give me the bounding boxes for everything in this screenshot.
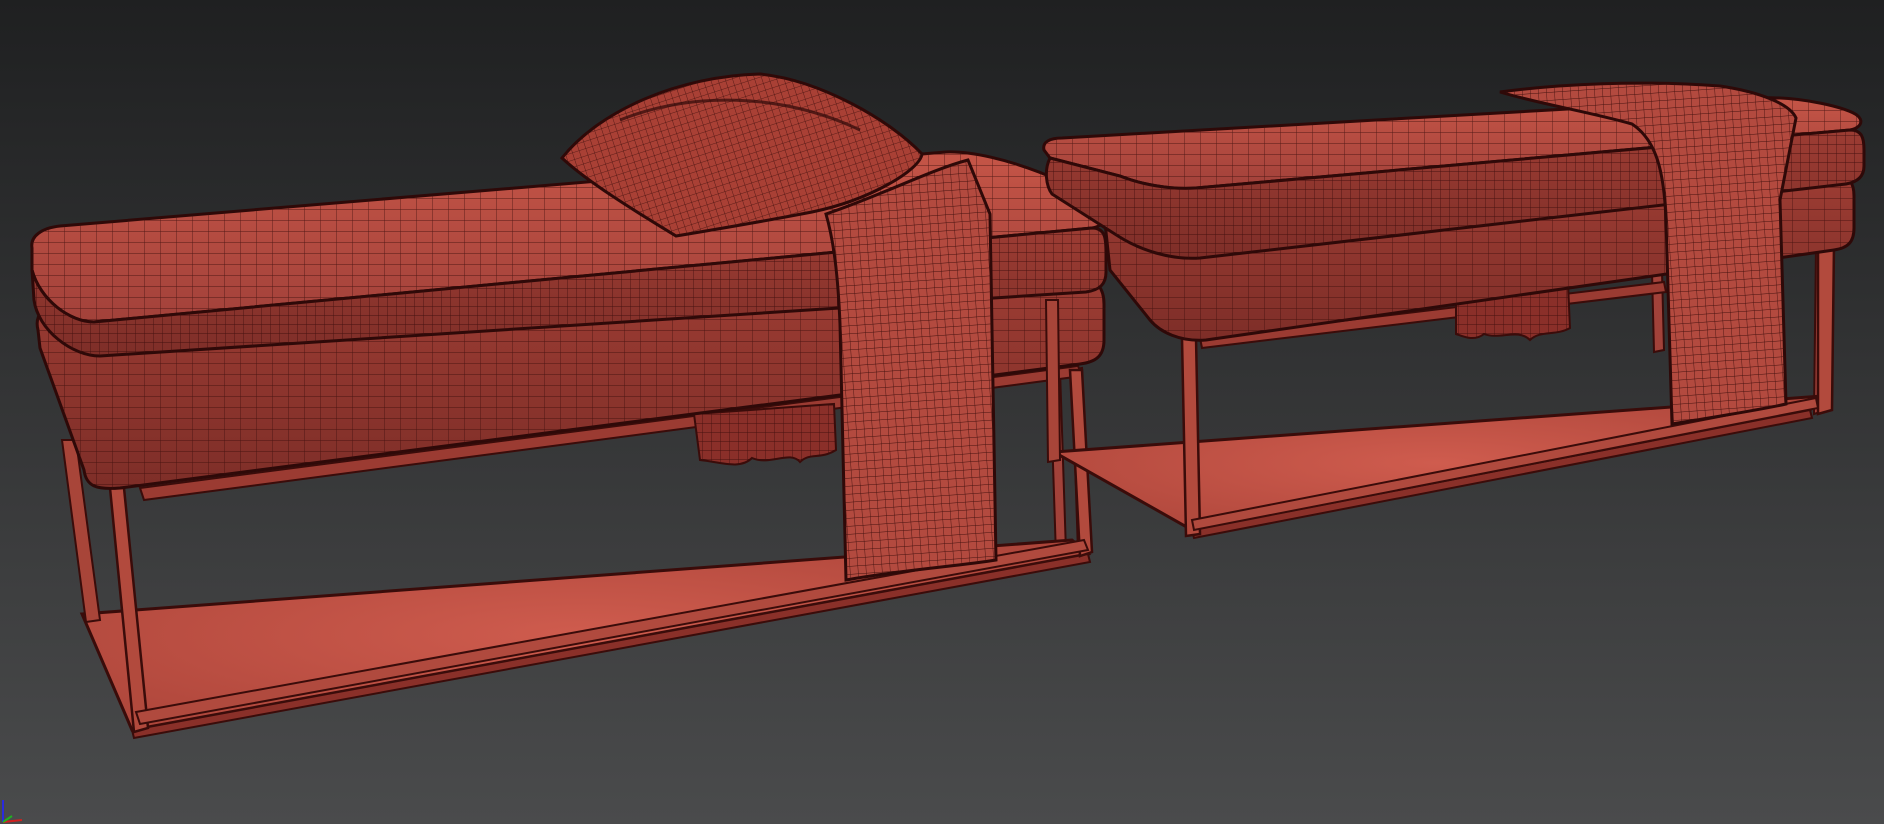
3d-viewport[interactable] [0,0,1884,824]
axis-gizmo-icon [2,800,23,823]
scene-render[interactable] [0,0,1884,824]
throw-blanket-left[interactable] [824,158,998,582]
